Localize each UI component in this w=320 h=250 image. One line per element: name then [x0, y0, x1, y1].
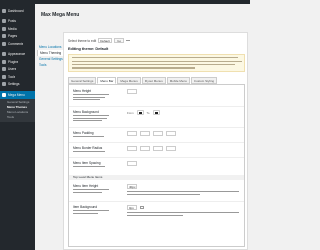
info-notice: [68, 54, 245, 72]
row-divider: [69, 201, 244, 202]
go-button[interactable]: Go: [114, 38, 125, 43]
settings-icon: [2, 82, 6, 87]
from-label: From: [127, 110, 134, 115]
setting-description: [73, 136, 109, 139]
setting-label: Item Background: [73, 205, 98, 209]
setting-control: [127, 146, 176, 151]
settings-nav: Menu Locations Menu Theming General Sett…: [37, 44, 63, 68]
tab-tools[interactable]: Tools: [37, 62, 63, 68]
sidebar-item-settings[interactable]: Settings: [0, 81, 35, 89]
padding-bottom-input[interactable]: [153, 131, 163, 136]
radius-top-right-input[interactable]: [140, 146, 150, 151]
theme-select[interactable]: Default: [98, 38, 113, 43]
theme-selector: Select theme to edit Default Go: [68, 38, 125, 43]
setting-description: [73, 115, 109, 123]
setting-description: [73, 166, 109, 169]
theme-subtabs: General Settings Menu Bar Mega Menus Fly…: [68, 77, 218, 84]
row-divider: [69, 157, 244, 158]
dashboard-icon: [2, 8, 6, 13]
setting-label: Menu Border Radius: [73, 146, 103, 150]
setting-label: Menu Height: [73, 89, 92, 93]
color-swatch-to[interactable]: [152, 110, 160, 115]
setting-note: [127, 191, 239, 196]
radius-top-left-input[interactable]: [127, 146, 137, 151]
menu-icon: [2, 92, 6, 97]
main-content: Max Mega Menu Menu Locations Menu Themin…: [35, 4, 250, 250]
radius-bottom-left-input[interactable]: [166, 146, 176, 151]
padding-top-input[interactable]: [127, 131, 137, 136]
page-title: Max Mega Menu: [41, 12, 80, 18]
subtab-flyout-menus[interactable]: Flyout Menus: [141, 77, 166, 84]
setting-control: 0px: [127, 205, 144, 210]
subtab-custom-styling[interactable]: Custom Styling: [190, 77, 218, 84]
setting-control: From To: [127, 110, 160, 115]
editing-theme-title: Editing theme: Default: [68, 47, 109, 51]
page-icon: [2, 34, 6, 39]
setting-note: [127, 212, 239, 217]
brush-icon: [2, 52, 6, 57]
subtab-mobile-menu[interactable]: Mobile Menu: [166, 77, 190, 84]
settings-table: Menu Height Menu Background From To Menu…: [68, 84, 245, 247]
padding-left-input[interactable]: [166, 131, 176, 136]
theme-editor-panel: Select theme to edit Default Go Editing …: [63, 32, 248, 250]
row-divider: [69, 142, 244, 143]
setting-description: [73, 151, 109, 154]
setting-control: [127, 161, 137, 166]
wrench-icon: [2, 74, 6, 79]
setting-description: [73, 189, 109, 194]
user-icon: [2, 67, 6, 72]
sidebar-item-posts[interactable]: Posts: [0, 18, 35, 26]
item-spacing-input[interactable]: [127, 161, 137, 166]
color-swatch-from[interactable]: [136, 110, 144, 115]
to-label: To: [146, 110, 150, 115]
sidebar-item-users[interactable]: Users: [0, 66, 35, 74]
sidebar-item-dashboard[interactable]: Dashboard: [0, 7, 35, 15]
submenu-tools[interactable]: Tools: [7, 115, 35, 120]
setting-label: Menu Background: [73, 110, 99, 114]
sidebar-item-media[interactable]: Media: [0, 25, 35, 33]
setting-description: [73, 94, 109, 102]
theme-select-label: Select theme to edit: [68, 38, 97, 43]
checkbox[interactable]: [140, 205, 144, 210]
plugin-icon: [2, 59, 6, 64]
sidebar-item-comments[interactable]: Comments: [0, 40, 35, 48]
section-top-level-items: Top Level Menu Items: [69, 175, 244, 180]
row-divider: [69, 106, 244, 107]
setting-control: 40px: [127, 184, 137, 189]
admin-sidebar: Dashboard Posts Media Pages Comments App…: [0, 4, 35, 250]
setting-label: Menu Padding: [73, 131, 94, 135]
media-icon: [2, 26, 6, 31]
sidebar-item-appearance[interactable]: Appearance: [0, 51, 35, 59]
subtab-mega-menus[interactable]: Mega Menus: [117, 77, 141, 84]
separator: [126, 40, 130, 41]
setting-description: [73, 210, 109, 215]
pin-icon: [2, 19, 6, 24]
row-divider: [69, 127, 244, 128]
sidebar-item-mega-menu[interactable]: Mega Menu: [0, 91, 35, 99]
subtab-menu-bar[interactable]: Menu Bar: [97, 77, 117, 84]
comment-icon: [2, 41, 6, 46]
sidebar-item-pages[interactable]: Pages: [0, 33, 35, 41]
setting-label: Menu Item Spacing: [73, 161, 101, 165]
item-background-input[interactable]: 0px: [127, 205, 137, 210]
setting-control: [127, 89, 137, 94]
setting-control: [127, 131, 176, 136]
padding-right-input[interactable]: [140, 131, 150, 136]
subtab-general-settings[interactable]: General Settings: [68, 77, 97, 84]
sidebar-submenu: General Settings Menu Themes Menu Locati…: [0, 98, 35, 122]
sidebar-item-plugins[interactable]: Plugins: [0, 58, 35, 66]
menu-height-input[interactable]: [127, 89, 137, 94]
sidebar-item-tools[interactable]: Tools: [0, 73, 35, 81]
radius-bottom-right-input[interactable]: [153, 146, 163, 151]
item-height-input[interactable]: 40px: [127, 184, 137, 189]
setting-label: Menu Item Height: [73, 184, 99, 188]
